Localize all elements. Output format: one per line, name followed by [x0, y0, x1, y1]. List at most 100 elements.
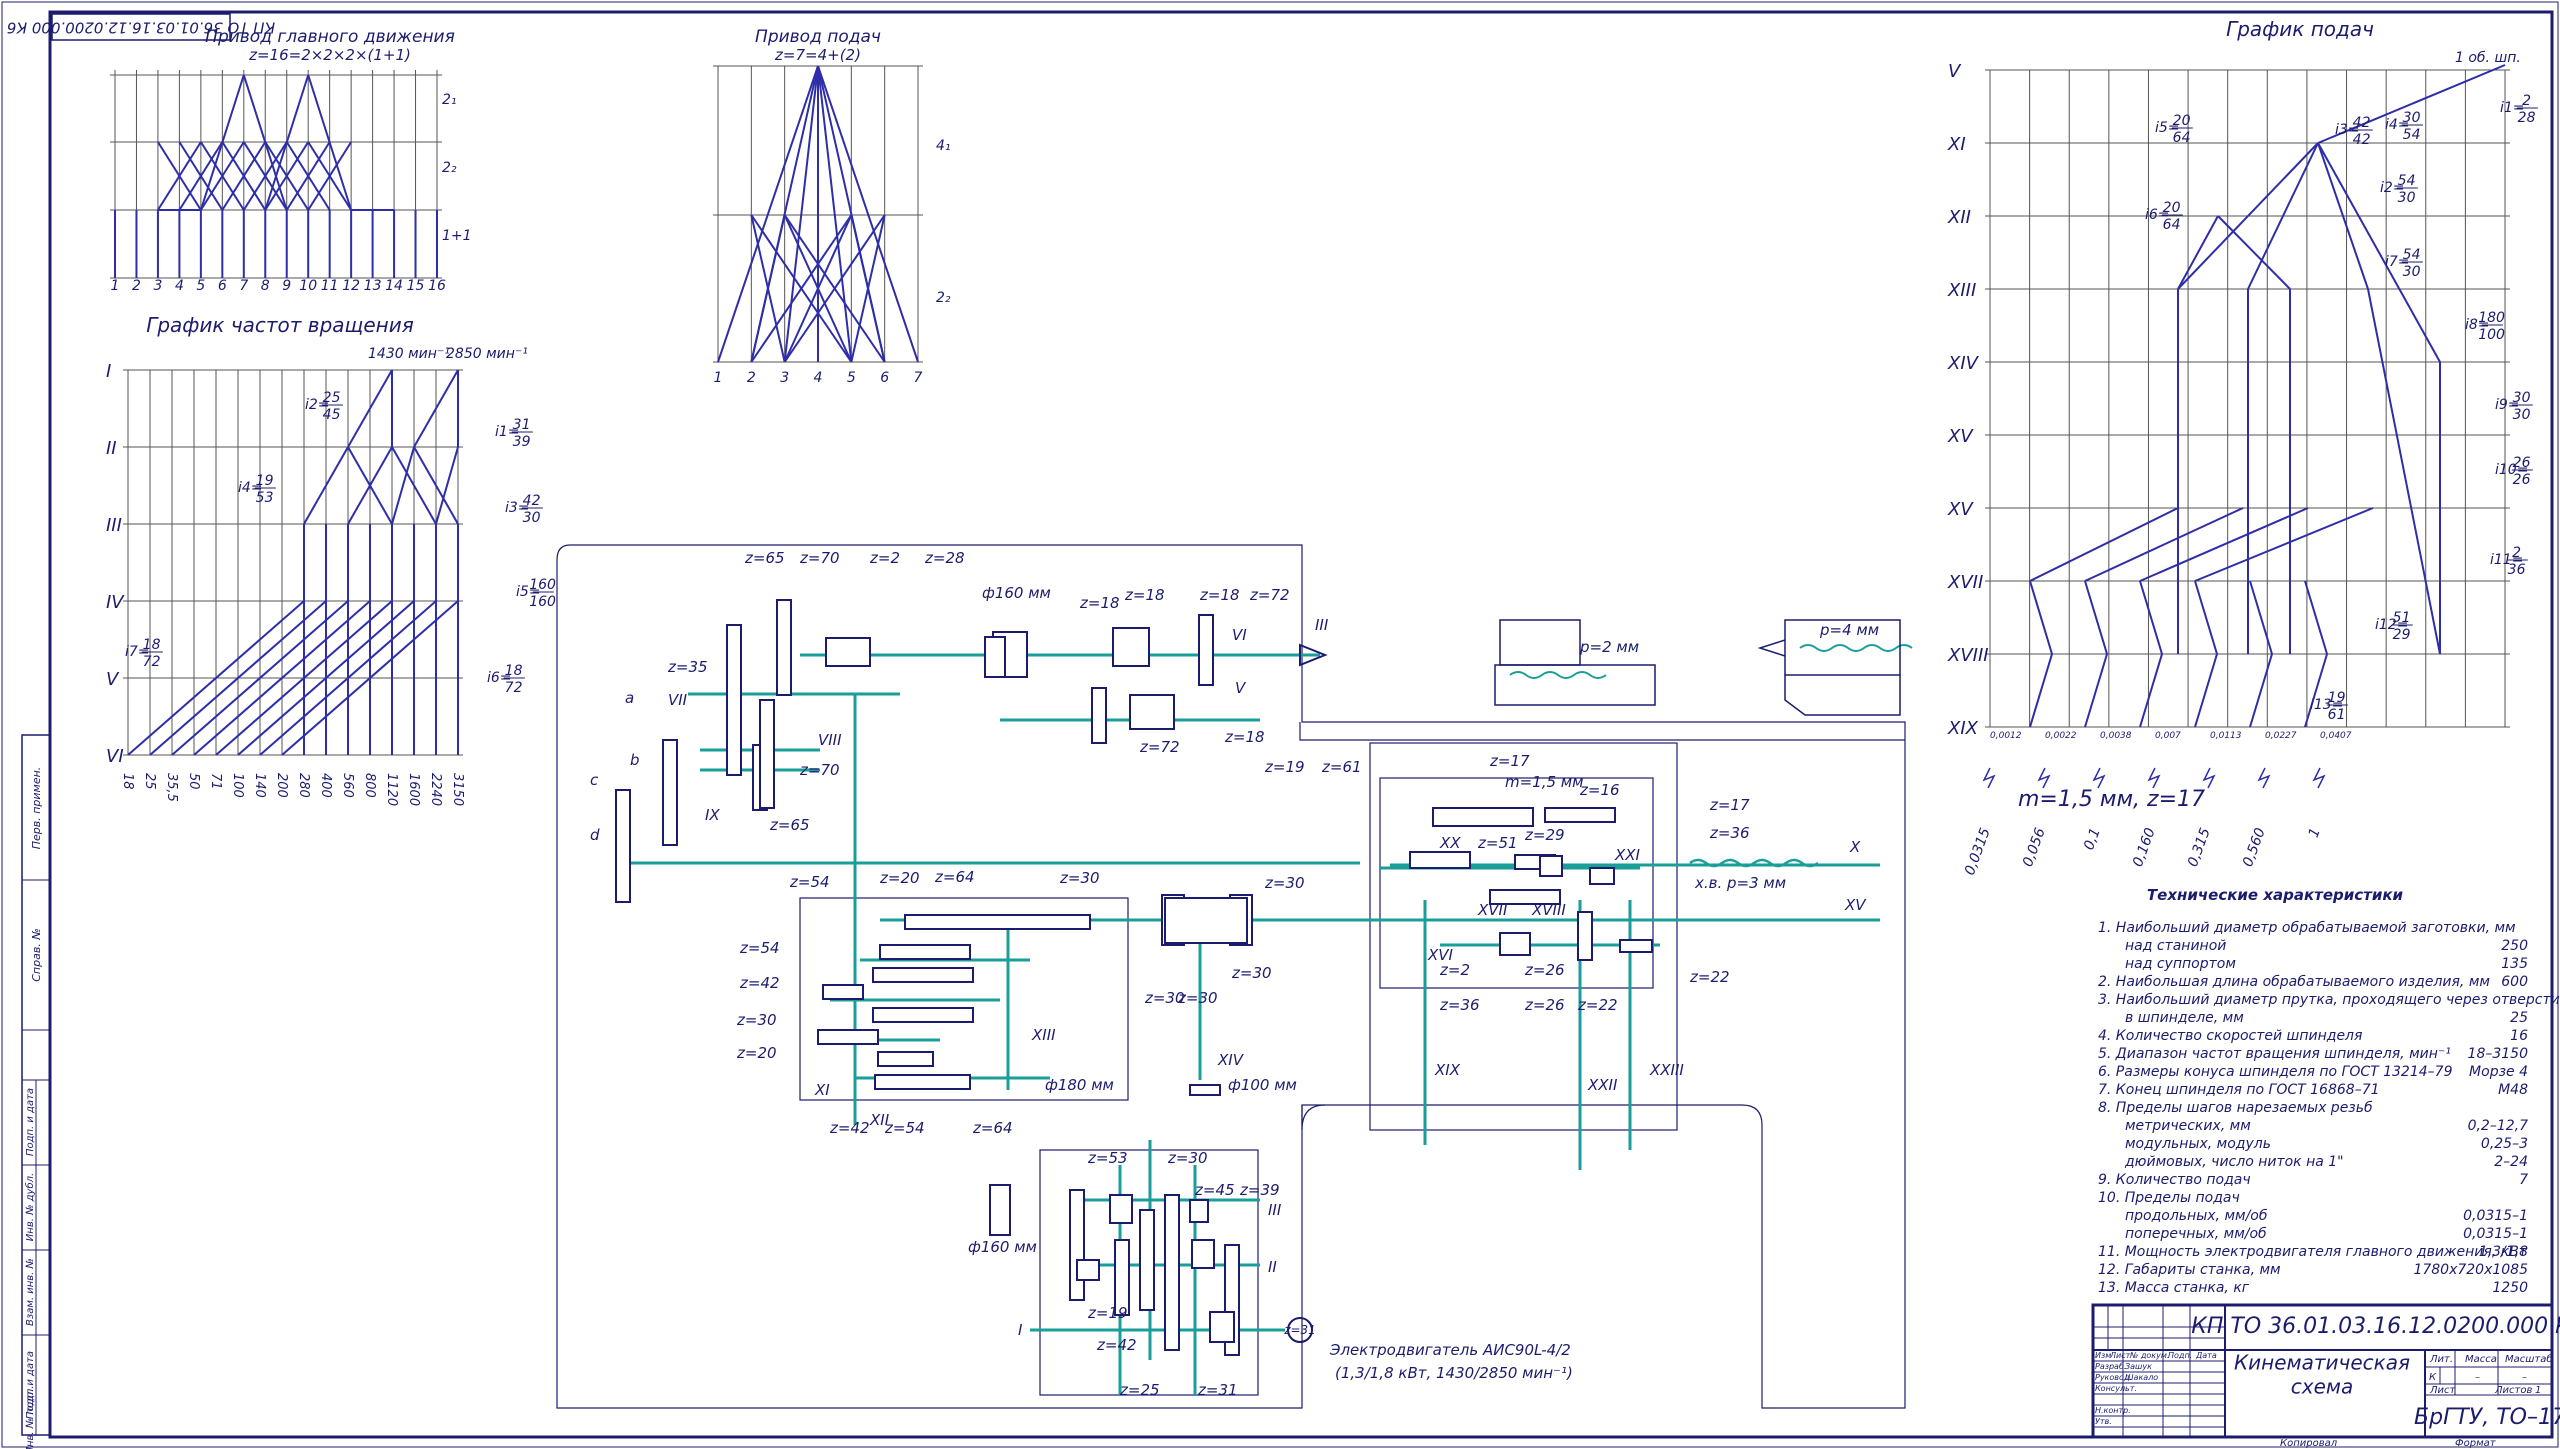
- rpm-graph: График частот вращения 1430 мин⁻¹ 2850 м…: [106, 313, 556, 806]
- speed-tick: 3: [153, 278, 162, 294]
- feed-ray: [2194, 580, 2218, 655]
- scheme-label: z=30: [1231, 964, 1272, 982]
- spec-value: 135: [2501, 956, 2528, 972]
- tb-header: Подп.: [2168, 1351, 2192, 1360]
- tb-scale-val: –: [2522, 1372, 2527, 1383]
- scheme-label: z=45: [1194, 1181, 1235, 1199]
- spec-value: 1780х720х1085: [2413, 1262, 2528, 1278]
- feed-ratio-num: 30: [2513, 390, 2531, 406]
- scheme-label: II: [1268, 1258, 1277, 1276]
- feed-ratio-den: 29: [2393, 627, 2411, 643]
- feed-tick: 5: [847, 370, 856, 386]
- scheme-label: p=2 мм: [1579, 638, 1639, 656]
- speed-structure-chart: Привод главного движения z=16=2×2×2×(1+1…: [110, 27, 472, 294]
- scheme-label: XX: [1439, 834, 1461, 852]
- specs-table: Технические характеристики 1. Наибольший…: [2098, 886, 2560, 1296]
- scheme-label: z=64: [972, 1119, 1013, 1137]
- scheme-label: z=30: [1059, 869, 1100, 887]
- feed-ratio-den: 30: [2398, 190, 2416, 206]
- spec-label: дюймовых, число ниток на 1": [2124, 1154, 2344, 1170]
- rpm-speed-tick: 2240: [428, 773, 443, 806]
- feed-break-mark: [2092, 767, 2106, 789]
- spec-value: 16: [2510, 1028, 2528, 1044]
- feed-ratio-num: 51: [2393, 610, 2411, 626]
- rpm-ratio-num: 18: [505, 663, 523, 679]
- feed-ray: [2029, 507, 2179, 582]
- scheme-label: XIX: [1434, 1061, 1461, 1079]
- tb-scale: Масштаб: [2505, 1353, 2553, 1365]
- scheme-label: z=18: [1224, 728, 1265, 746]
- spec-value: М48: [2498, 1082, 2528, 1098]
- tb-header: Лист: [2109, 1351, 2131, 1360]
- spec-label: 9. Количество подач: [2098, 1172, 2251, 1188]
- scheme-label: X: [1849, 838, 1861, 856]
- feed-ray: [2249, 580, 2273, 655]
- feed-break-mark: [2202, 767, 2216, 789]
- scheme-label: z=72: [1249, 586, 1290, 604]
- scheme-label: ф160 мм: [968, 1238, 1037, 1256]
- feed-graph: График подач 1 об. шп. V XI XII XIII XIV XV XV…: [1947, 17, 2538, 877]
- feed-break-mark: [2037, 767, 2051, 789]
- spec-value: 1250: [2492, 1280, 2528, 1296]
- spec-label: 10. Пределы подач: [2098, 1190, 2240, 1206]
- speed-tick: 12: [342, 278, 360, 294]
- feed-row-label: XIV: [1947, 353, 1980, 374]
- spec-label: 3. Наибольший диаметр прутка, проходящег…: [2098, 992, 2560, 1008]
- scheme-label: z=17: [1709, 796, 1750, 814]
- side-strip-item: Инв. № подл.: [25, 1386, 36, 1449]
- feed-bottom-tick: 0,0022: [2045, 731, 2077, 741]
- feed-tick: 1: [714, 370, 723, 386]
- scheme-label: z=36: [1439, 996, 1480, 1014]
- tb-header: № докум.: [2129, 1351, 2169, 1360]
- spec-value: 0,2–12,7: [2468, 1118, 2529, 1134]
- specs-title: Технические характеристики: [2147, 886, 2404, 904]
- spec-label: 13. Масса станка, кг: [2098, 1280, 2250, 1296]
- scheme-label: z=54: [739, 939, 780, 957]
- feed-ratio-num: 2: [2522, 93, 2531, 109]
- scheme-label: z=39: [1239, 1181, 1280, 1199]
- feed-row-label: XIX: [1947, 718, 1979, 739]
- scheme-label: XVIII: [1531, 901, 1566, 919]
- feed-ratio-den: 30: [2513, 407, 2531, 423]
- feed-ray: [2304, 580, 2328, 655]
- scheme-label: a: [625, 689, 634, 707]
- scheme-label: z=26: [1524, 996, 1565, 1014]
- feed-ratio-den: 42: [2353, 132, 2371, 148]
- scheme-label: z=22: [1689, 968, 1730, 986]
- scheme-label: z=70: [799, 549, 840, 567]
- feed-ray: [717, 65, 819, 363]
- tb-format: Формат: [2455, 1438, 2497, 1449]
- spec-label: модульных, модуль: [2125, 1136, 2271, 1152]
- tb-sheets-val: 1: [2535, 1385, 2541, 1396]
- feed-bottom-tick: 0,0038: [2100, 731, 2132, 741]
- scheme-label: IX: [705, 806, 720, 824]
- feed-ratio-num: 54: [2398, 173, 2416, 189]
- scheme-label: III: [1315, 616, 1329, 634]
- feed-level-label: 4₁: [936, 138, 951, 154]
- carriage-slide: [1499, 619, 1581, 666]
- spec-label: поперечных, мм/об: [2125, 1226, 2267, 1242]
- speed-level-label: 2₂: [442, 160, 457, 176]
- bed-outline: [1299, 722, 1905, 741]
- side-strip-item: Подп. и дата: [25, 1088, 36, 1156]
- feed-ratio-den: 28: [2518, 110, 2536, 126]
- feed-bottom-tick: 0,0012: [1990, 731, 2022, 741]
- feed-ratio-num: 20: [2173, 113, 2191, 129]
- tb-copied: Копировал: [2280, 1438, 2338, 1449]
- rpm-ratio-num: 160: [529, 577, 556, 593]
- feed-row-label: XII: [1947, 207, 1971, 228]
- scheme-label: z=36: [1709, 824, 1750, 842]
- feed-tick: 7: [914, 370, 923, 386]
- scheme-label: z=42: [829, 1119, 870, 1137]
- speed-tick: 15: [407, 278, 425, 294]
- rpm-row-label: VI: [106, 746, 124, 767]
- spec-label: продольных, мм/об: [2125, 1208, 2268, 1224]
- rpm-speed-tick: 400: [318, 773, 333, 798]
- feed-row-label: XI: [1947, 134, 1966, 155]
- scheme-label: z=20: [736, 1044, 777, 1062]
- scheme-label: XXI: [1614, 846, 1641, 864]
- feed-chart-title: Привод подач: [755, 27, 881, 47]
- speed-tick: 16: [428, 278, 446, 294]
- feed-value-tick: 0,056: [2020, 826, 2049, 869]
- scheme-label: m=1,5 мм: [1505, 773, 1583, 791]
